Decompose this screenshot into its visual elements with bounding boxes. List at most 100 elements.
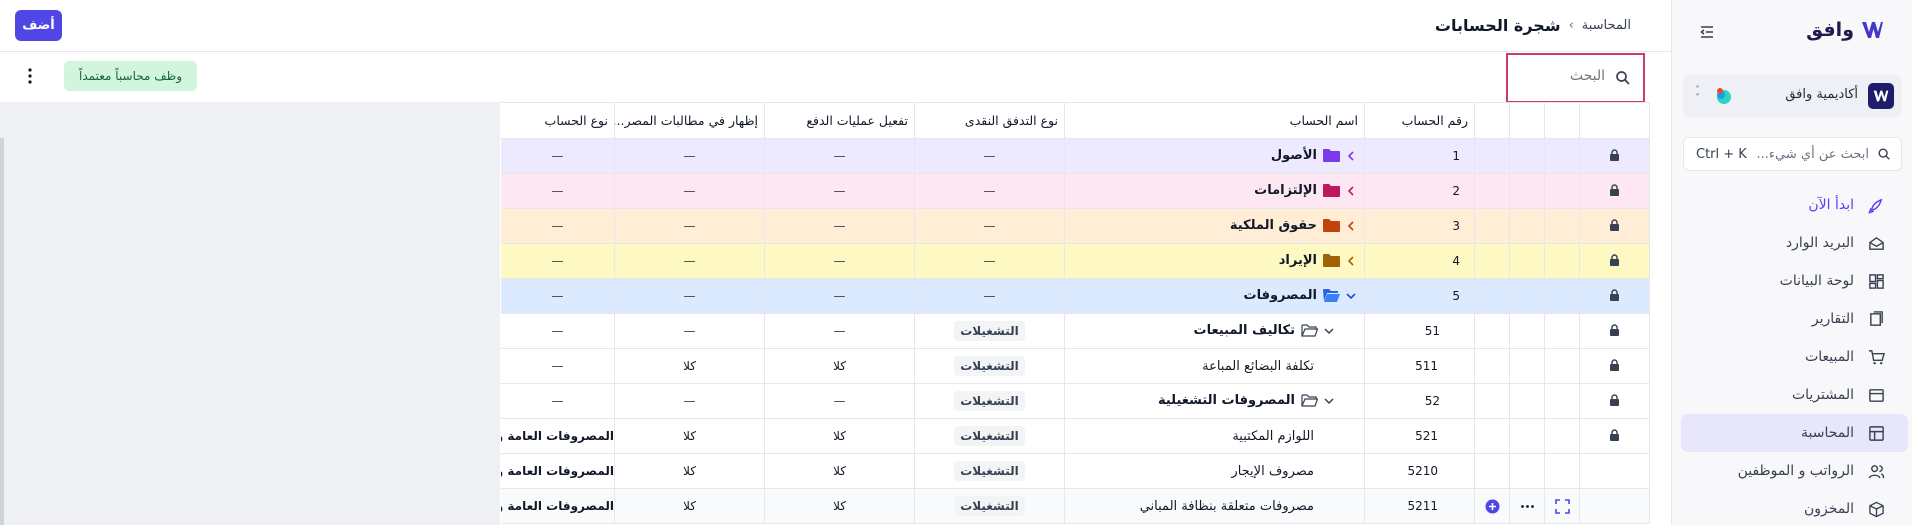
cash-flow-type: التشغيلات: [914, 453, 1065, 489]
show-in-claims: كلا: [614, 488, 765, 524]
sidebar-search-placeholder: ابحث عن أي شيء...: [1756, 147, 1869, 162]
lock-icon: [1610, 323, 1619, 336]
col-account-name[interactable]: اسم الحساب: [1064, 102, 1365, 139]
account-name: الإلتزامات: [1254, 183, 1317, 199]
sidebar-item-sales[interactable]: المبيعات: [1671, 338, 1912, 376]
table-row[interactable]: 51 تكاليف المبيعات التشغيلات — — —: [501, 313, 1650, 349]
folder-icon: [1323, 149, 1340, 163]
folder-icon: [1323, 254, 1340, 268]
table-search[interactable]: [1506, 53, 1645, 103]
account-name: المصروفات: [1243, 288, 1318, 304]
pane-resize-handle[interactable]: [0, 138, 4, 525]
enable-payments: كلا: [764, 348, 915, 384]
reports-icon: [1870, 311, 1883, 326]
sidebar-item-get-started[interactable]: ابدأ الآن: [1671, 186, 1912, 224]
lock-icon: [1610, 358, 1619, 371]
sidebar-item-inbox[interactable]: البريد الوارد: [1671, 224, 1912, 262]
chevron-down-icon[interactable]: [1324, 396, 1334, 406]
sidebar-item-purchases[interactable]: المشتريات: [1671, 376, 1912, 414]
sidebar-item-label: المشتريات: [1791, 387, 1854, 403]
breadcrumb-parent-link[interactable]: المحاسبة: [1582, 18, 1631, 33]
folder-open-icon: [1323, 289, 1340, 303]
col-show-in-claims[interactable]: إظهار في مطالبات المصر...: [614, 102, 765, 139]
lock-icon: [1610, 218, 1619, 231]
folder-icon: [1323, 184, 1340, 198]
more-horizontal-icon[interactable]: [1520, 499, 1535, 514]
lock-icon: [1610, 253, 1619, 266]
search-icon: [1616, 71, 1630, 85]
cash-flow-type: التشغيلات: [914, 348, 1065, 384]
account-number: 51: [1364, 313, 1475, 349]
table-row[interactable]: 3 حقوق الملكية — — — —: [501, 208, 1650, 244]
collapse-sidebar-icon[interactable]: [1697, 22, 1717, 42]
page-header: المحاسبة › شجرة الحسابات أضف: [0, 0, 1671, 52]
account-type: —: [501, 243, 615, 279]
chevron-left-icon[interactable]: [1346, 256, 1356, 266]
account-number: 5211: [1364, 488, 1475, 524]
enable-payments: كلا: [764, 488, 915, 524]
account-number: 5: [1364, 278, 1475, 314]
sidebar-item-label: المحاسبة: [1800, 425, 1854, 441]
enable-payments: —: [764, 278, 915, 314]
col-cash-flow-type[interactable]: نوع التدفق النقدى: [914, 102, 1065, 139]
show-in-claims: —: [614, 313, 765, 349]
add-circle-icon[interactable]: [1485, 499, 1500, 514]
col-account-number[interactable]: رقم الحساب: [1364, 102, 1475, 139]
cash-flow-type: —: [914, 278, 1065, 314]
account-name: حقوق الملكية: [1229, 218, 1317, 234]
more-options-icon[interactable]: [26, 67, 34, 85]
account-name-cell: تكاليف المبيعات: [1064, 313, 1365, 349]
rocket-icon: [1868, 198, 1883, 214]
org-switcher[interactable]: أكاديمية وافق ˄ ˅: [1683, 75, 1902, 117]
sidebar-item-inventory[interactable]: المخزون: [1671, 490, 1912, 525]
account-name: اللوازم المكتبية: [1232, 428, 1314, 444]
chevron-down-icon[interactable]: [1324, 326, 1334, 336]
cash-flow-type: —: [914, 138, 1065, 174]
inbox-icon: [1869, 236, 1884, 250]
chevron-left-icon[interactable]: [1346, 221, 1356, 231]
lock-cell: [1579, 208, 1650, 244]
sidebar-item-payroll[interactable]: الرواتب و الموظفين: [1671, 452, 1912, 490]
account-type: —: [501, 173, 615, 209]
table-row[interactable]: 5 المصروفات — — — —: [501, 278, 1650, 314]
sidebar-search[interactable]: ابحث عن أي شيء... Ctrl + K: [1683, 137, 1902, 171]
org-name: أكاديمية وافق: [1785, 87, 1858, 102]
enable-payments: —: [764, 138, 915, 174]
app-root: وافق أكاديمية وافق ˄ ˅ ابحث عن أي شيء...…: [0, 0, 1912, 525]
table-search-input[interactable]: [1525, 68, 1605, 84]
table-row[interactable]: 1 الأصول — — — —: [501, 138, 1650, 174]
table-row[interactable]: 52 المصروفات التشغيلية التشغيلات — — —: [501, 383, 1650, 419]
sidebar: وافق أكاديمية وافق ˄ ˅ ابحث عن أي شيء...…: [1671, 0, 1912, 525]
lock-icon: [1610, 428, 1619, 441]
enable-payments: —: [764, 173, 915, 209]
org-avatar-icon: [1717, 88, 1731, 104]
sidebar-item-accounting[interactable]: المحاسبة: [1681, 414, 1908, 452]
sidebar-item-dashboard[interactable]: لوحة البيانات: [1671, 262, 1912, 300]
show-in-claims: كلا: [614, 348, 765, 384]
logo[interactable]: وافق: [1806, 18, 1884, 42]
show-in-claims: —: [614, 278, 765, 314]
table-row[interactable]: 4 الإيراد — — — —: [501, 243, 1650, 279]
col-account-type[interactable]: نوع الحساب: [501, 102, 615, 139]
table-row[interactable]: 521 اللوازم المكتبية التشغيلات كلا كلا ا…: [501, 418, 1650, 454]
table-row[interactable]: 2 الإلتزامات — — — —: [501, 173, 1650, 209]
sidebar-item-reports[interactable]: التقارير: [1671, 300, 1912, 338]
add-button[interactable]: أضف: [15, 10, 62, 41]
col-actions: [1509, 102, 1545, 139]
purchases-icon: [1869, 389, 1884, 402]
lock-cell: [1579, 313, 1650, 349]
table-row[interactable]: 511 تكلفة البضائع المباعة التشغيلات كلا …: [501, 348, 1650, 384]
chevron-down-icon[interactable]: [1346, 291, 1356, 301]
lock-cell: [1579, 453, 1650, 489]
chevron-left-icon[interactable]: [1346, 186, 1356, 196]
col-enable-payments[interactable]: تفعيل عمليات الدفع: [764, 102, 915, 139]
cash-flow-type: التشغيلات: [914, 313, 1065, 349]
expand-icon[interactable]: [1554, 498, 1570, 514]
chevron-left-icon[interactable]: [1346, 151, 1356, 161]
enable-payments: كلا: [764, 453, 915, 489]
hire-accountant-button[interactable]: وظف محاسباً معتمداً: [64, 61, 197, 91]
enable-payments: —: [764, 313, 915, 349]
table-row[interactable]: 5211 مصروفات متعلقة بنظافة المباني التشغ…: [501, 488, 1650, 524]
table-row[interactable]: 5210 مصروف الإيجار التشغيلات كلا كلا الم…: [501, 453, 1650, 489]
account-number: 521: [1364, 418, 1475, 454]
